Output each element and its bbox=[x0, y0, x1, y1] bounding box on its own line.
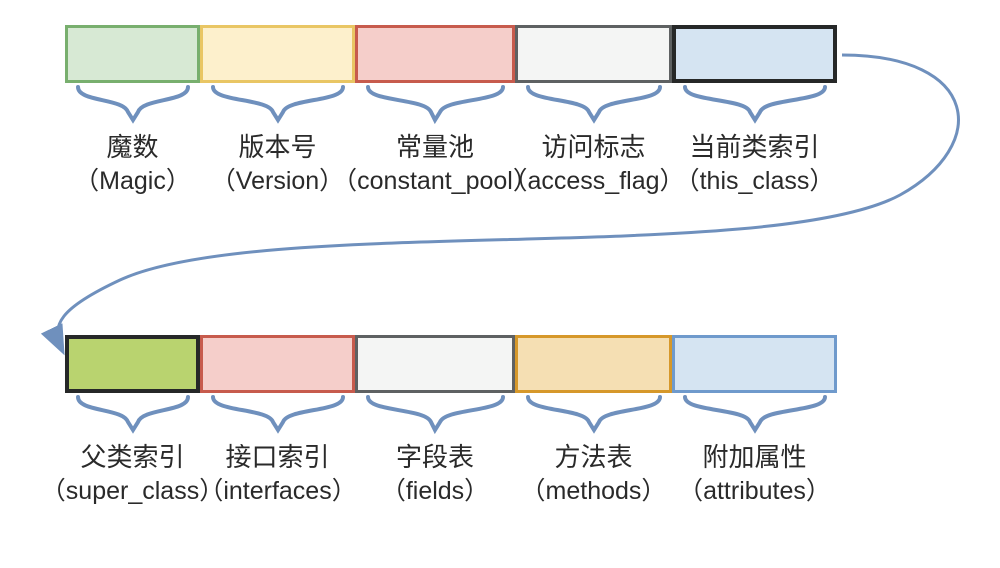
label-this-class-cn: 当前类索引 bbox=[689, 130, 819, 165]
label-this-class: 当前类索引 （this_class） bbox=[672, 130, 837, 199]
label-interfaces: 接口索引 （interfaces） bbox=[200, 440, 355, 509]
brace-super-class bbox=[65, 392, 200, 442]
label-methods-en: （methods） bbox=[521, 475, 667, 509]
label-fields-en: （fields） bbox=[381, 475, 489, 509]
brace-this-class bbox=[672, 82, 837, 132]
box-access-flag bbox=[515, 25, 672, 83]
label-access-flag-en: （access_flag） bbox=[502, 165, 684, 199]
label-magic: 魔数 （Magic） bbox=[65, 130, 200, 199]
label-super-class-cn: 父类索引 bbox=[80, 440, 184, 475]
label-interfaces-en: （interfaces） bbox=[198, 475, 356, 509]
box-attributes bbox=[672, 335, 837, 393]
label-methods: 方法表 （methods） bbox=[515, 440, 672, 509]
label-magic-cn: 魔数 bbox=[106, 130, 158, 165]
box-super-class bbox=[65, 335, 200, 393]
box-magic bbox=[65, 25, 200, 83]
box-constant-pool bbox=[355, 25, 515, 83]
brace-magic bbox=[65, 82, 200, 132]
label-attributes-en: （attributes） bbox=[678, 475, 831, 509]
label-interfaces-cn: 接口索引 bbox=[225, 440, 329, 475]
box-version bbox=[200, 25, 355, 83]
label-attributes-cn: 附加属性 bbox=[702, 440, 806, 475]
brace-constant-pool bbox=[355, 82, 515, 132]
label-version-en: （Version） bbox=[211, 165, 344, 199]
box-fields bbox=[355, 335, 515, 393]
diagram-container: 魔数 （Magic） 版本号 （Version） 常量池 （constant_p… bbox=[0, 0, 1000, 568]
brace-row-2 bbox=[65, 392, 837, 442]
labels-row-2: 父类索引 （super_class） 接口索引 （interfaces） 字段表… bbox=[65, 440, 837, 509]
label-super-class: 父类索引 （super_class） bbox=[65, 440, 200, 509]
brace-interfaces bbox=[200, 392, 355, 442]
label-constant-pool-cn: 常量池 bbox=[396, 130, 474, 165]
brace-row-1 bbox=[65, 82, 837, 132]
brace-fields bbox=[355, 392, 515, 442]
box-interfaces bbox=[200, 335, 355, 393]
brace-attributes bbox=[672, 392, 837, 442]
structure-row-2 bbox=[65, 335, 837, 393]
label-constant-pool: 常量池 （constant_pool） bbox=[355, 130, 515, 199]
brace-methods bbox=[515, 392, 672, 442]
label-access-flag: 访问标志 （access_flag） bbox=[515, 130, 672, 199]
label-super-class-en: （super_class） bbox=[41, 475, 224, 509]
label-magic-en: （Magic） bbox=[74, 165, 191, 199]
structure-row-1 bbox=[65, 25, 837, 83]
label-this-class-en: （this_class） bbox=[675, 165, 835, 199]
box-methods bbox=[515, 335, 672, 393]
label-fields-cn: 字段表 bbox=[396, 440, 474, 475]
label-fields: 字段表 （fields） bbox=[355, 440, 515, 509]
label-access-flag-cn: 访问标志 bbox=[541, 130, 645, 165]
brace-version bbox=[200, 82, 355, 132]
label-methods-cn: 方法表 bbox=[554, 440, 632, 475]
labels-row-1: 魔数 （Magic） 版本号 （Version） 常量池 （constant_p… bbox=[65, 130, 837, 199]
box-this-class bbox=[672, 25, 837, 83]
label-attributes: 附加属性 （attributes） bbox=[672, 440, 837, 509]
label-version-cn: 版本号 bbox=[238, 130, 316, 165]
brace-access-flag bbox=[515, 82, 672, 132]
